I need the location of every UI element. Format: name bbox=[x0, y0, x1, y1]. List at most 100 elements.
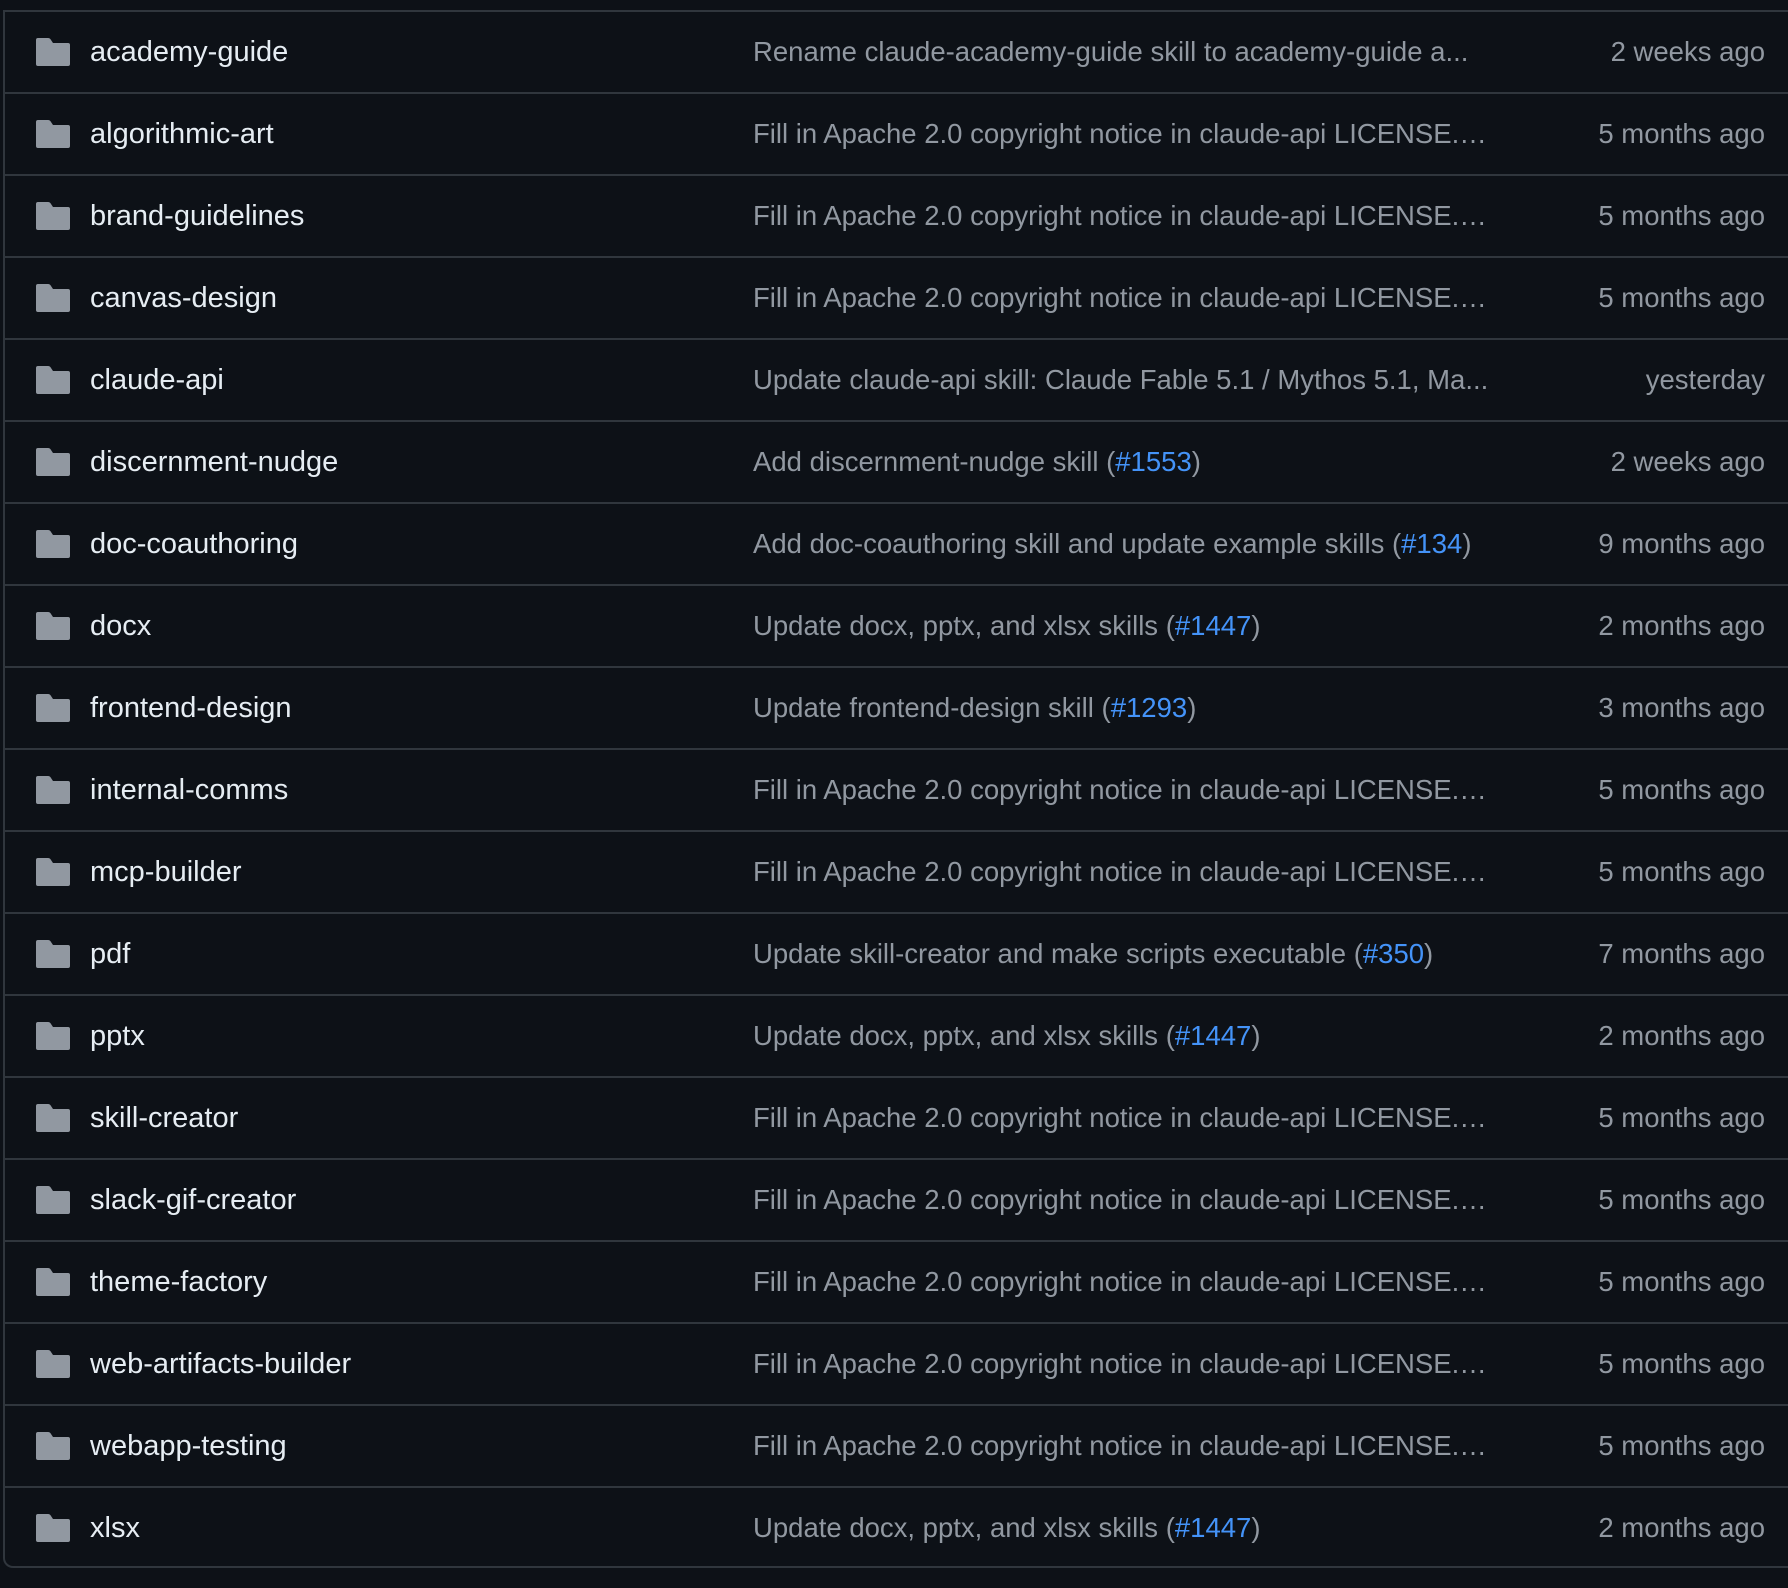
folder-link-canvas-design[interactable]: canvas-design bbox=[90, 258, 277, 338]
file-row[interactable]: webapp-testing Fill in Apache 2.0 copyri… bbox=[5, 1406, 1788, 1488]
commit-message-text[interactable]: Fill in Apache 2.0 copyright notice in c… bbox=[753, 774, 1487, 805]
folder-icon bbox=[36, 858, 70, 886]
commit-time: 9 months ago bbox=[1598, 528, 1765, 559]
folder-link-mcp-builder[interactable]: mcp-builder bbox=[90, 832, 242, 912]
commit-message-text[interactable]: Add discernment-nudge skill ( bbox=[753, 446, 1115, 477]
commit-message-text[interactable]: Add doc-coauthoring skill and update exa… bbox=[753, 528, 1401, 559]
file-row[interactable]: brand-guidelines Fill in Apache 2.0 copy… bbox=[5, 176, 1788, 258]
pull-request-link[interactable]: #1447 bbox=[1175, 1512, 1251, 1543]
commit-message-text[interactable]: Fill in Apache 2.0 copyright notice in c… bbox=[753, 200, 1487, 231]
file-row[interactable]: docx Update docx, pptx, and xlsx skills … bbox=[5, 586, 1788, 668]
commit-message-close-paren[interactable]: ) bbox=[1192, 446, 1201, 477]
commit-message-link[interactable]: Add doc-coauthoring skill and update exa… bbox=[753, 504, 1472, 584]
commit-message-text[interactable]: Fill in Apache 2.0 copyright notice in c… bbox=[753, 282, 1487, 313]
commit-message-text[interactable]: Update docx, pptx, and xlsx skills ( bbox=[753, 610, 1175, 641]
file-row[interactable]: pdf Update skill-creator and make script… bbox=[5, 914, 1788, 996]
commit-message-close-paren[interactable]: ) bbox=[1424, 938, 1433, 969]
folder-link-webapp-testing[interactable]: webapp-testing bbox=[90, 1406, 287, 1486]
file-row[interactable]: canvas-design Fill in Apache 2.0 copyrig… bbox=[5, 258, 1788, 340]
commit-message-link[interactable]: Fill in Apache 2.0 copyright notice in c… bbox=[753, 176, 1487, 256]
folder-link-discernment-nudge[interactable]: discernment-nudge bbox=[90, 422, 338, 502]
folder-link-slack-gif-creator[interactable]: slack-gif-creator bbox=[90, 1160, 296, 1240]
commit-message-text[interactable]: Update docx, pptx, and xlsx skills ( bbox=[753, 1512, 1175, 1543]
commit-message-text[interactable]: Fill in Apache 2.0 copyright notice in c… bbox=[753, 1102, 1487, 1133]
file-row[interactable]: claude-api Update claude-api skill: Clau… bbox=[5, 340, 1788, 422]
commit-message-close-paren[interactable]: ) bbox=[1251, 1020, 1260, 1051]
commit-message-link[interactable]: Add discernment-nudge skill (#1553) bbox=[753, 422, 1201, 502]
folder-icon bbox=[36, 612, 70, 640]
folder-icon bbox=[36, 1022, 70, 1050]
commit-message-text[interactable]: Fill in Apache 2.0 copyright notice in c… bbox=[753, 856, 1487, 887]
file-row[interactable]: skill-creator Fill in Apache 2.0 copyrig… bbox=[5, 1078, 1788, 1160]
commit-message-text[interactable]: Fill in Apache 2.0 copyright notice in c… bbox=[753, 1348, 1487, 1379]
commit-message-link[interactable]: Rename claude-academy-guide skill to aca… bbox=[753, 12, 1468, 92]
commit-message-link[interactable]: Update docx, pptx, and xlsx skills (#144… bbox=[753, 1488, 1261, 1568]
folder-link-skill-creator[interactable]: skill-creator bbox=[90, 1078, 238, 1158]
folder-link-academy-guide[interactable]: academy-guide bbox=[90, 12, 288, 92]
commit-message-text[interactable]: Update claude-api skill: Claude Fable 5.… bbox=[753, 364, 1488, 395]
file-row[interactable]: theme-factory Fill in Apache 2.0 copyrig… bbox=[5, 1242, 1788, 1324]
commit-message-text[interactable]: Update docx, pptx, and xlsx skills ( bbox=[753, 1020, 1175, 1051]
commit-message-text[interactable]: Update frontend-design skill ( bbox=[753, 692, 1111, 723]
commit-message-text[interactable]: Update skill-creator and make scripts ex… bbox=[753, 938, 1363, 969]
file-row[interactable]: algorithmic-art Fill in Apache 2.0 copyr… bbox=[5, 94, 1788, 176]
commit-message-link[interactable]: Fill in Apache 2.0 copyright notice in c… bbox=[753, 1242, 1487, 1322]
commit-time: 5 months ago bbox=[1598, 1348, 1765, 1379]
folder-link-web-artifacts-builder[interactable]: web-artifacts-builder bbox=[90, 1324, 351, 1404]
file-row[interactable]: web-artifacts-builder Fill in Apache 2.0… bbox=[5, 1324, 1788, 1406]
commit-message-text[interactable]: Fill in Apache 2.0 copyright notice in c… bbox=[753, 1430, 1487, 1461]
folder-link-docx[interactable]: docx bbox=[90, 586, 151, 666]
commit-message-link[interactable]: Update docx, pptx, and xlsx skills (#144… bbox=[753, 586, 1261, 666]
folder-link-internal-comms[interactable]: internal-comms bbox=[90, 750, 288, 830]
commit-message-text[interactable]: Fill in Apache 2.0 copyright notice in c… bbox=[753, 1266, 1487, 1297]
pull-request-link[interactable]: #1553 bbox=[1115, 446, 1191, 477]
folder-link-pptx[interactable]: pptx bbox=[90, 996, 145, 1076]
pull-request-link[interactable]: #1447 bbox=[1175, 1020, 1251, 1051]
folder-link-algorithmic-art[interactable]: algorithmic-art bbox=[90, 94, 274, 174]
folder-link-frontend-design[interactable]: frontend-design bbox=[90, 668, 292, 748]
folder-link-brand-guidelines[interactable]: brand-guidelines bbox=[90, 176, 304, 256]
commit-message-close-paren[interactable]: ) bbox=[1462, 528, 1471, 559]
commit-time: 2 months ago bbox=[1598, 1512, 1765, 1543]
commit-message-link[interactable]: Fill in Apache 2.0 copyright notice in c… bbox=[753, 832, 1487, 912]
commit-message-link[interactable]: Fill in Apache 2.0 copyright notice in c… bbox=[753, 1078, 1487, 1158]
commit-message-link[interactable]: Fill in Apache 2.0 copyright notice in c… bbox=[753, 1324, 1487, 1404]
folder-icon bbox=[36, 38, 70, 66]
commit-message-link[interactable]: Fill in Apache 2.0 copyright notice in c… bbox=[753, 1160, 1487, 1240]
commit-message-link[interactable]: Update claude-api skill: Claude Fable 5.… bbox=[753, 340, 1488, 420]
file-row[interactable]: mcp-builder Fill in Apache 2.0 copyright… bbox=[5, 832, 1788, 914]
file-row[interactable]: xlsx Update docx, pptx, and xlsx skills … bbox=[5, 1488, 1788, 1570]
folder-icon bbox=[36, 1514, 70, 1542]
file-row[interactable]: internal-comms Fill in Apache 2.0 copyri… bbox=[5, 750, 1788, 832]
file-row[interactable]: doc-coauthoring Add doc-coauthoring skil… bbox=[5, 504, 1788, 586]
commit-message-link[interactable]: Fill in Apache 2.0 copyright notice in c… bbox=[753, 750, 1487, 830]
file-row[interactable]: academy-guide Rename claude-academy-guid… bbox=[5, 12, 1788, 94]
pull-request-link[interactable]: #1293 bbox=[1111, 692, 1187, 723]
commit-message-link[interactable]: Update frontend-design skill (#1293) bbox=[753, 668, 1196, 748]
commit-message-close-paren[interactable]: ) bbox=[1187, 692, 1196, 723]
file-row[interactable]: slack-gif-creator Fill in Apache 2.0 cop… bbox=[5, 1160, 1788, 1242]
pull-request-link[interactable]: #134 bbox=[1401, 528, 1462, 559]
commit-message-link[interactable]: Fill in Apache 2.0 copyright notice in c… bbox=[753, 1406, 1487, 1486]
commit-message-link[interactable]: Fill in Apache 2.0 copyright notice in c… bbox=[753, 94, 1487, 174]
folder-link-pdf[interactable]: pdf bbox=[90, 914, 130, 994]
file-row[interactable]: discernment-nudge Add discernment-nudge … bbox=[5, 422, 1788, 504]
commit-message-link[interactable]: Fill in Apache 2.0 copyright notice in c… bbox=[753, 258, 1487, 338]
commit-message-close-paren[interactable]: ) bbox=[1251, 610, 1260, 641]
commit-time: yesterday bbox=[1645, 364, 1765, 395]
file-row[interactable]: frontend-design Update frontend-design s… bbox=[5, 668, 1788, 750]
folder-link-doc-coauthoring[interactable]: doc-coauthoring bbox=[90, 504, 298, 584]
folder-link-xlsx[interactable]: xlsx bbox=[90, 1488, 140, 1568]
commit-message-text[interactable]: Rename claude-academy-guide skill to aca… bbox=[753, 36, 1468, 67]
file-row[interactable]: pptx Update docx, pptx, and xlsx skills … bbox=[5, 996, 1788, 1078]
commit-message-text[interactable]: Fill in Apache 2.0 copyright notice in c… bbox=[753, 1184, 1487, 1215]
folder-icon bbox=[36, 1186, 70, 1214]
commit-message-text[interactable]: Fill in Apache 2.0 copyright notice in c… bbox=[753, 118, 1487, 149]
commit-message-link[interactable]: Update skill-creator and make scripts ex… bbox=[753, 914, 1433, 994]
folder-link-claude-api[interactable]: claude-api bbox=[90, 340, 224, 420]
commit-message-close-paren[interactable]: ) bbox=[1251, 1512, 1260, 1543]
pull-request-link[interactable]: #350 bbox=[1363, 938, 1424, 969]
pull-request-link[interactable]: #1447 bbox=[1175, 610, 1251, 641]
commit-message-link[interactable]: Update docx, pptx, and xlsx skills (#144… bbox=[753, 996, 1261, 1076]
folder-link-theme-factory[interactable]: theme-factory bbox=[90, 1242, 267, 1322]
